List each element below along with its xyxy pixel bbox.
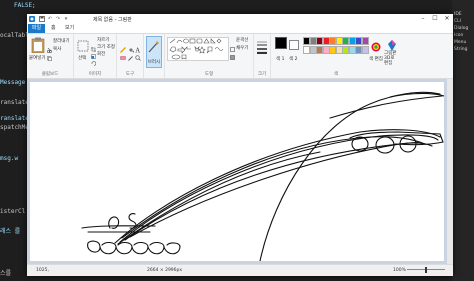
color-picker-icon[interactable] bbox=[128, 46, 134, 65]
colors-group: 색 1 색 2 색 편집 그림판 3D로 편집 색 bbox=[271, 34, 401, 78]
clipboard-group-label: 클립보드 bbox=[41, 72, 59, 77]
window-title: 제목 없음 - 그림판 bbox=[93, 16, 132, 23]
code-line: spatchMe bbox=[0, 124, 29, 131]
rotate-icon[interactable] bbox=[91, 51, 97, 70]
panel-item[interactable]: Dialog bbox=[454, 26, 468, 31]
copy-icon[interactable] bbox=[47, 46, 52, 65]
image-group-label: 이미지 bbox=[88, 72, 102, 77]
solution-explorer-panel: IDE CLI Dialog Icon Menu String bbox=[452, 0, 474, 281]
color2-swatch[interactable] bbox=[289, 40, 299, 50]
colors-group-label: 색 bbox=[333, 72, 339, 77]
panel-item[interactable]: CLI bbox=[454, 19, 461, 24]
redo-icon[interactable]: ↷ bbox=[55, 16, 61, 22]
save-icon[interactable] bbox=[39, 15, 45, 22]
copy-label[interactable]: 복사 bbox=[53, 46, 61, 52]
zoom-level: 100% bbox=[393, 268, 406, 273]
paste-label[interactable]: 붙여넣기 bbox=[29, 55, 46, 61]
minimize-button[interactable]: – bbox=[417, 14, 429, 24]
image-group: 선택 자르기 크기 조정 회전 이미지 bbox=[74, 34, 117, 78]
image-size: 2664 × 2996px bbox=[147, 268, 183, 273]
code-line: 스를 bbox=[0, 270, 12, 277]
drawing-strokes bbox=[81, 91, 445, 262]
code-line: 래스 를 bbox=[0, 228, 21, 235]
status-bar: 1025, 2664 × 2996px 100% bbox=[27, 264, 453, 276]
tools-group: A 도구 bbox=[117, 34, 144, 78]
cut-label[interactable]: 잘라내기 bbox=[53, 38, 70, 44]
brushes-label: 브러시 bbox=[147, 60, 161, 65]
size-group: 크기 bbox=[254, 34, 271, 78]
tab-view[interactable]: 보기 bbox=[65, 24, 74, 33]
size-icon[interactable] bbox=[257, 39, 267, 58]
cursor-position-icon bbox=[29, 268, 35, 276]
palette-color-swatch[interactable] bbox=[361, 46, 369, 54]
rotate-label[interactable]: 회전 bbox=[97, 51, 105, 57]
fill-shape-label[interactable]: 채우기 bbox=[236, 45, 248, 51]
title-bar: ↶ ↷ ▾ 제목 없음 - 그림판 – ☐ ✕ bbox=[27, 14, 453, 24]
brushes-button[interactable]: 브러시 bbox=[146, 36, 162, 68]
select-label[interactable]: 선택 bbox=[78, 55, 86, 61]
clipboard-group: 붙여넣기 잘라내기 복사 클립보드 bbox=[27, 34, 74, 78]
shapes-gallery[interactable] bbox=[167, 37, 229, 61]
select-icon[interactable] bbox=[77, 37, 89, 56]
palette-color-swatch[interactable] bbox=[361, 37, 369, 45]
tab-home[interactable]: 홈 bbox=[51, 24, 56, 33]
brushes-group: 브러시 bbox=[144, 34, 165, 78]
panel-item[interactable]: String bbox=[454, 47, 467, 52]
edit-colors-icon[interactable] bbox=[371, 37, 381, 56]
canvas-area bbox=[27, 79, 453, 264]
selection-size-icon bbox=[87, 268, 93, 276]
outline-label[interactable]: 윤곽선 bbox=[236, 37, 248, 43]
panel-item[interactable]: Menu bbox=[454, 40, 466, 45]
file-menu-button[interactable]: 파일 bbox=[28, 24, 45, 33]
code-line: ranslate bbox=[0, 99, 29, 106]
undo-icon[interactable]: ↶ bbox=[47, 16, 53, 22]
shapes-group: 윤곽선 채우기 도형 bbox=[165, 34, 254, 78]
color1-label[interactable]: 색 1 bbox=[276, 56, 284, 62]
code-line: isterCl bbox=[0, 208, 26, 215]
maximize-button[interactable]: ☐ bbox=[429, 14, 441, 24]
code-line: msg.w bbox=[0, 155, 19, 162]
shapes-group-label: 도형 bbox=[204, 72, 214, 77]
zoom-slider-thumb[interactable] bbox=[425, 267, 427, 273]
crop-label[interactable]: 자르기 bbox=[97, 37, 109, 43]
drawing-canvas[interactable] bbox=[30, 82, 445, 262]
paint-window: ↶ ↷ ▾ 제목 없음 - 그림판 – ☐ ✕ 파일 홈 보기 붙여넣기 잘라내… bbox=[27, 14, 453, 276]
color1-swatch[interactable] bbox=[275, 37, 287, 49]
code-line: FALSE; bbox=[14, 2, 36, 9]
code-line: Message bbox=[0, 79, 26, 86]
paint-app-icon bbox=[29, 15, 35, 22]
tools-group-label: 도구 bbox=[125, 72, 135, 77]
menu-bar: 파일 홈 보기 bbox=[27, 24, 453, 34]
edit-paint3d-label[interactable]: 그림판 3D로 편집 bbox=[384, 51, 400, 66]
cursor-coords: 1025, bbox=[36, 268, 49, 273]
size-group-label: 크기 bbox=[257, 72, 267, 77]
eraser-icon[interactable] bbox=[120, 46, 126, 65]
ribbon: 붙여넣기 잘라내기 복사 클립보드 선택 자르기 크기 조정 회전 이미지 A … bbox=[27, 34, 453, 79]
paste-icon[interactable] bbox=[31, 37, 45, 57]
customize-quick-access-icon[interactable]: ▾ bbox=[63, 16, 69, 22]
panel-item[interactable]: IDE bbox=[454, 12, 462, 17]
color2-label[interactable]: 색 2 bbox=[289, 56, 297, 62]
image-size-icon bbox=[140, 268, 146, 276]
resize-label[interactable]: 크기 조정 bbox=[97, 44, 115, 50]
close-button[interactable]: ✕ bbox=[441, 14, 453, 24]
vertical-scrollbar[interactable] bbox=[447, 79, 453, 264]
fill-shape-icon[interactable] bbox=[230, 45, 235, 64]
panel-item[interactable]: Icon bbox=[454, 33, 463, 38]
edit-colors-label[interactable]: 색 편집 bbox=[369, 56, 383, 62]
magnifier-icon[interactable] bbox=[135, 46, 141, 65]
